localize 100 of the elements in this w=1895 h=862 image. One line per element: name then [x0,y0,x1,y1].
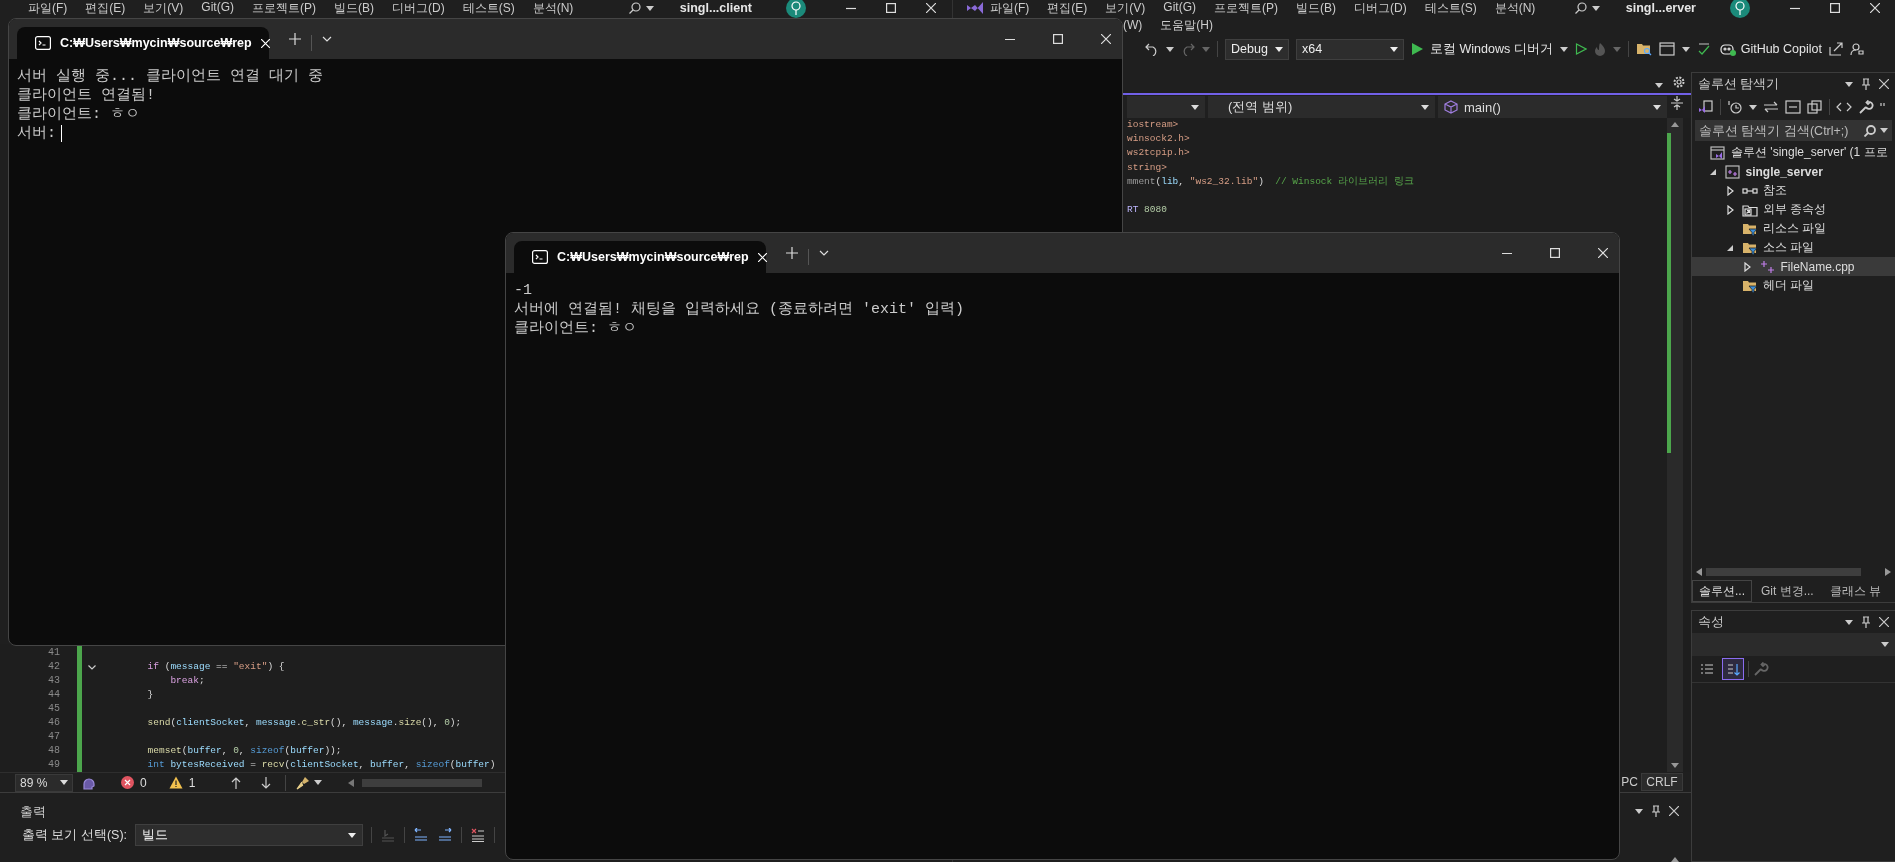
menu-item[interactable]: 빌드(B) [334,0,374,17]
platform-dropdown[interactable]: x64 [1296,38,1404,60]
line-ending-button[interactable]: CRLF [1641,773,1683,791]
redo-icon[interactable] [1181,42,1195,56]
close-icon[interactable] [1870,3,1880,13]
menu-item[interactable]: 편집(E) [85,0,126,17]
scrollbar-thumb[interactable] [362,778,483,787]
caret-icon[interactable] [1275,46,1283,52]
terminal-icon[interactable] [532,250,548,264]
close-icon[interactable] [1879,617,1889,627]
menu-item[interactable]: Git(G) [201,0,234,17]
panel-tab[interactable]: 솔루션... [1692,580,1752,602]
tree-item[interactable]: 참조 [1692,181,1895,200]
history-icon[interactable] [1727,100,1743,114]
menu-item[interactable]: Git(G) [1163,0,1196,17]
caret-icon[interactable] [1390,46,1398,52]
copy-icon[interactable] [1807,100,1823,114]
menu-item[interactable]: 분석(N) [532,0,574,17]
switch-view-icon[interactable] [1698,100,1714,114]
split-icon[interactable] [1670,96,1684,110]
tree-item[interactable]: FileName.cpp [1692,257,1895,276]
caret-icon[interactable] [1421,104,1429,110]
share-icon[interactable] [1828,42,1843,56]
pin-icon[interactable] [1861,616,1871,628]
expanded-arrow-icon[interactable] [1708,167,1717,176]
caret-icon[interactable] [1655,83,1663,88]
pin-icon[interactable] [1651,805,1661,817]
configuration-dropdown[interactable]: Debug [1225,38,1289,60]
play-icon[interactable] [1411,43,1423,55]
caret-icon[interactable] [1591,5,1600,11]
menu-item[interactable]: (W) [1123,18,1143,32]
app-logo-icon[interactable] [965,1,985,15]
scroll-left-icon[interactable] [348,778,355,787]
tree-item[interactable]: 헤더 파일 [1692,276,1895,295]
caret-icon[interactable] [1880,128,1888,133]
debugger-button[interactable]: 로컬 Windows 디버거 [1430,40,1553,58]
caret-icon[interactable] [314,780,323,785]
caret-icon[interactable] [1681,46,1690,52]
zoom-dropdown[interactable]: 89 % [15,773,73,792]
tree-item[interactable]: 외부 종속성 [1692,200,1895,219]
pin-icon[interactable] [1861,78,1871,90]
menu-item[interactable]: 보기(V) [143,0,184,17]
terminal-icon[interactable] [35,36,51,50]
caret-icon[interactable] [1653,104,1661,110]
align-up-icon[interactable] [413,828,430,842]
align-down-icon[interactable] [437,828,454,842]
menu-item[interactable]: 파일(F) [990,0,1030,17]
caret-icon[interactable] [1845,619,1853,625]
caret-icon[interactable] [1166,46,1174,52]
caret-down-icon[interactable] [819,250,829,256]
sync-icon[interactable] [1763,100,1779,114]
menu-item[interactable]: 디버그(D) [392,0,445,17]
collapse-icon[interactable] [1785,100,1801,114]
tree-item[interactable]: 솔루션 'single_server' (1 프로 [1692,143,1895,162]
panel-tab[interactable]: 클래스 뷰 [1822,580,1889,602]
close-icon[interactable] [1101,34,1111,44]
plus-icon[interactable] [289,33,301,45]
maximize-icon[interactable] [1830,3,1840,13]
undo-icon[interactable] [1145,42,1159,56]
menu-item[interactable]: 테스트(S) [1424,0,1477,17]
search-field[interactable]: 솔루션 탐색기 검색(Ctrl+;) [1695,120,1892,141]
caret-icon[interactable] [1845,81,1853,87]
caret-down-icon[interactable] [322,36,332,42]
caret-icon[interactable] [1749,104,1757,110]
menu-item[interactable]: 프로젝트(P) [1214,0,1278,17]
fold-chevron-icon[interactable] [88,664,96,670]
clear-all-icon[interactable] [470,828,487,842]
search-icon[interactable] [1574,2,1587,14]
play-outline-icon[interactable] [1574,43,1587,55]
caret-icon[interactable] [1559,46,1568,52]
console-tab[interactable]: C:₩Users₩mycin₩source₩rep [17,27,269,59]
search-icon[interactable] [628,2,641,14]
close-icon[interactable] [1669,806,1679,816]
tree-item[interactable]: 리소스 파일 [1692,219,1895,238]
member-dropdown[interactable]: main() [1438,96,1667,118]
menu-item[interactable]: 도움말(H) [1160,16,1213,34]
menu-item[interactable]: 프로젝트(P) [252,0,316,17]
scrollbar[interactable] [1667,118,1683,772]
menu-item[interactable]: 편집(E) [1047,0,1088,17]
avatar-icon[interactable] [786,0,806,18]
caret-icon[interactable] [645,5,654,11]
maximize-icon[interactable] [1053,34,1063,44]
collapsed-arrow-icon[interactable] [1726,185,1734,196]
arrow-up-icon[interactable] [231,776,242,789]
copilot-button[interactable]: GitHub Copilot [1719,42,1822,56]
scroll-right-icon[interactable] [1885,568,1891,576]
copilot-icon[interactable] [1719,42,1736,56]
brush-icon[interactable] [296,775,311,790]
maximize-icon[interactable] [886,3,896,13]
close-icon[interactable] [1879,79,1889,89]
collapsed-arrow-icon[interactable] [1726,204,1734,215]
close-icon[interactable] [926,3,936,13]
window-icon[interactable] [1658,42,1675,56]
caret-icon[interactable] [1635,808,1643,814]
feedback-icon[interactable] [1849,42,1864,56]
caret-icon[interactable] [348,832,357,838]
scroll-up-icon[interactable] [1671,857,1679,862]
scroll-down-icon[interactable] [1671,763,1679,768]
menu-item[interactable]: 파일(F) [28,0,68,17]
scroll-left-icon[interactable] [1696,568,1702,576]
